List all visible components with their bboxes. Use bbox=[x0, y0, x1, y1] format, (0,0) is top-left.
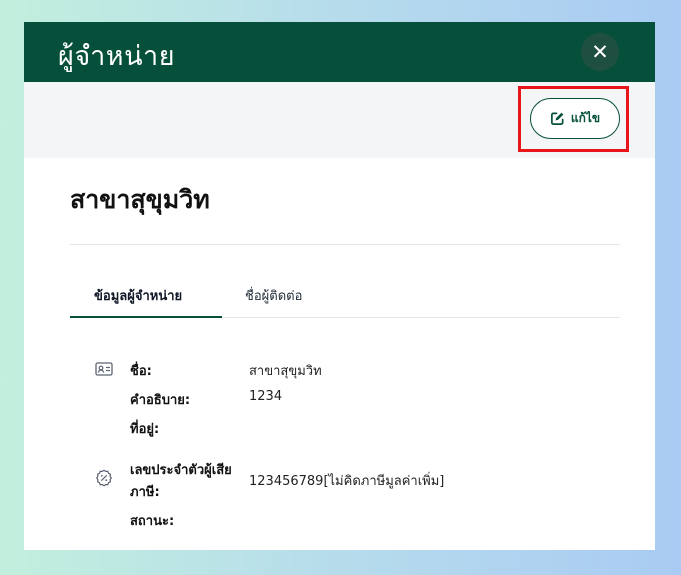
description-label: คำอธิบาย: bbox=[130, 393, 191, 408]
close-icon: ✕ bbox=[591, 39, 609, 64]
id-card-icon bbox=[95, 362, 113, 376]
modal-title: ผู้จำหน่าย bbox=[58, 41, 176, 72]
percent-badge-icon bbox=[95, 469, 113, 487]
tax-id-value: 123456789[ไม่คิดภาษีมูลค่าเพิ่ม] bbox=[249, 474, 445, 489]
tax-id-label-line2: ภาษี: bbox=[130, 485, 160, 500]
name-value: สาขาสุขุมวิท bbox=[249, 364, 322, 379]
tab-vendor-info[interactable]: ข้อมูลผู้จำหน่าย bbox=[94, 285, 182, 306]
close-button[interactable]: ✕ bbox=[581, 33, 619, 71]
tax-id-label-line1: เลขประจำตัวผู้เสีย bbox=[130, 463, 232, 478]
modal-toolbar: แก้ไข bbox=[24, 82, 655, 158]
edit-icon bbox=[550, 112, 564, 125]
edit-button-label: แก้ไข bbox=[570, 111, 601, 125]
vendor-modal: ผู้จำหน่าย ✕ แก้ไข สาขาสุขุมวิท ข้อมูลผู… bbox=[24, 22, 655, 550]
description-value: 1234 bbox=[249, 389, 283, 404]
tab-bar: ข้อมูลผู้จำหน่าย ชื่อผู้ติดต่อ bbox=[70, 275, 620, 318]
address-label: ที่อยู่: bbox=[130, 422, 160, 437]
edit-button[interactable]: แก้ไข bbox=[530, 98, 620, 139]
status-label: สถานะ: bbox=[130, 514, 175, 529]
tab-contacts[interactable]: ชื่อผู้ติดต่อ bbox=[245, 285, 302, 306]
modal-header: ผู้จำหน่าย ✕ bbox=[24, 22, 655, 82]
name-label: ชื่อ: bbox=[130, 364, 152, 379]
branch-title: สาขาสุขุมวิท bbox=[70, 185, 210, 214]
active-tab-indicator bbox=[70, 316, 222, 318]
title-divider bbox=[70, 244, 620, 245]
